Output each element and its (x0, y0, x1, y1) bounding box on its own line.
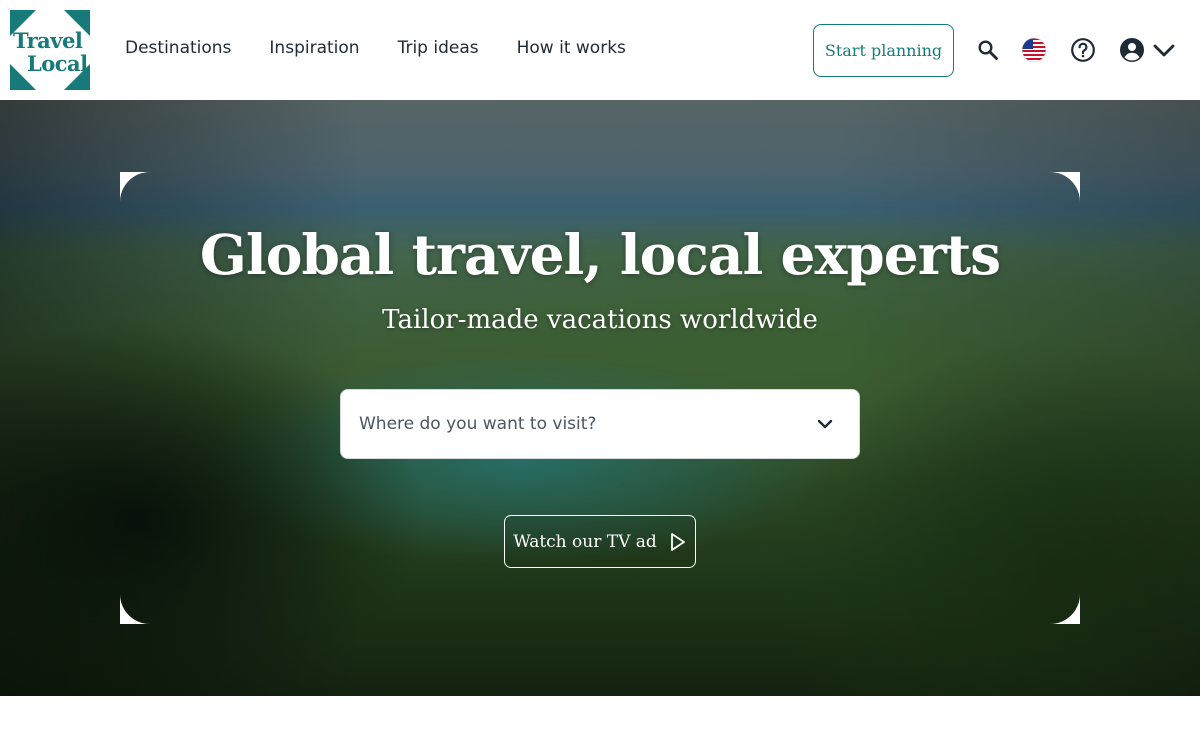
frame-corner-bottom-right (1050, 594, 1080, 624)
logo-text-line-1: Travel (13, 28, 83, 53)
watch-tv-ad-button[interactable]: Watch our TV ad (504, 515, 696, 568)
watch-tv-ad-label: Watch our TV ad (513, 531, 657, 552)
account-icon[interactable] (1118, 36, 1146, 64)
help-icon[interactable] (1069, 36, 1097, 64)
us-flag-icon[interactable] (1020, 36, 1048, 64)
search-icon[interactable] (974, 36, 1002, 64)
chevron-down-icon (815, 414, 835, 434)
hero-section: Global travel, local experts Tailor-made… (0, 100, 1200, 696)
chevron-down-icon[interactable] (1150, 36, 1178, 64)
hero-title: Global travel, local experts (199, 222, 1001, 287)
nav-trip-ideas[interactable]: Trip ideas (398, 38, 479, 58)
start-planning-button[interactable]: Start planning (813, 24, 954, 77)
logo-text-line-2: Local (27, 51, 88, 76)
hero-subtitle: Tailor-made vacations worldwide (382, 305, 818, 335)
frame-corner-top-right (1050, 172, 1080, 202)
frame-corner-top-left (120, 172, 150, 202)
main-nav: Destinations Inspiration Trip ideas How … (125, 38, 626, 58)
travel-local-logo[interactable]: Travel Local (10, 10, 90, 90)
nav-how-it-works[interactable]: How it works (517, 38, 626, 58)
destination-select[interactable]: Where do you want to visit? (340, 389, 860, 459)
site-header: Travel Local Destinations Inspiration Tr… (0, 0, 1200, 100)
nav-destinations[interactable]: Destinations (125, 38, 231, 58)
play-icon (669, 532, 687, 552)
frame-corner-bottom-left (120, 594, 150, 624)
destination-select-placeholder: Where do you want to visit? (359, 414, 597, 434)
nav-inspiration[interactable]: Inspiration (269, 38, 359, 58)
